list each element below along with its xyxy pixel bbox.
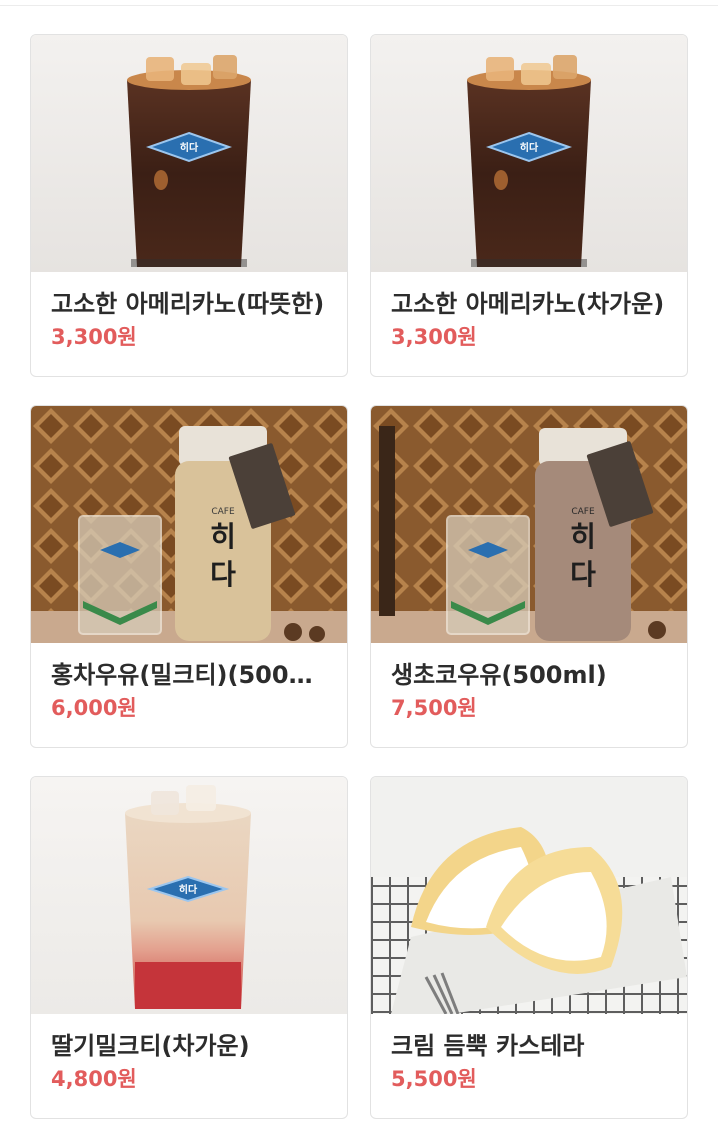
product-image-strawberry-milk-tea: 히다 [31, 777, 347, 1014]
menu-item-card[interactable]: 히 다 CAFE 생초코우유(500ml) 7,500원 [370, 405, 688, 748]
item-name: 크림 듬뿍 카스테라 [391, 1032, 585, 1060]
item-name: 고소한 아메리카노(차가운) [391, 290, 665, 318]
product-image-iced-americano: 히다 [371, 35, 687, 272]
svg-text:다: 다 [570, 558, 596, 591]
svg-text:히다: 히다 [180, 141, 199, 154]
menu-item-card[interactable]: 크림 듬뿍 카스테라 5,500원 [370, 776, 688, 1119]
menu-item-card[interactable]: 히다 고소한 아메리카노(따뜻한) 3,300원 [30, 34, 348, 377]
top-divider [0, 5, 718, 6]
svg-text:다: 다 [210, 558, 236, 591]
item-price: 5,500원 [391, 1067, 477, 1091]
product-image-choco-milk-bottle: 히 다 CAFE [371, 406, 687, 643]
product-image-cream-castella [371, 777, 687, 1014]
menu-item-card[interactable]: 히다 고소한 아메리카노(차가운) 3,300원 [370, 34, 688, 377]
item-name: 홍차우유(밀크티)(500ml) [51, 661, 327, 689]
item-price: 6,000원 [51, 696, 137, 720]
menu-item-card[interactable]: 히 다 CAFE 홍차우유(밀크티)(500ml) 6,000원 [30, 405, 348, 748]
item-name: 고소한 아메리카노(따뜻한) [51, 290, 325, 318]
product-image-milk-tea-bottle: 히 다 CAFE [31, 406, 347, 643]
svg-text:히: 히 [210, 520, 236, 553]
svg-text:히: 히 [570, 520, 596, 553]
svg-text:CAFE: CAFE [211, 507, 235, 517]
menu-grid: 히다 고소한 아메리카노(따뜻한) 3,300원 히다 고소한 아메리카노(차가… [30, 34, 688, 1119]
svg-text:히다: 히다 [520, 141, 539, 154]
menu-item-card[interactable]: 히다 딸기밀크티(차가운) 4,800원 [30, 776, 348, 1119]
item-name: 딸기밀크티(차가운) [51, 1032, 250, 1060]
item-price: 4,800원 [51, 1067, 137, 1091]
svg-text:히다: 히다 [179, 883, 198, 896]
product-image-iced-americano: 히다 [31, 35, 347, 272]
item-price: 3,300원 [391, 325, 477, 349]
svg-text:CAFE: CAFE [571, 507, 595, 517]
item-price: 3,300원 [51, 325, 137, 349]
item-name: 생초코우유(500ml) [391, 661, 607, 689]
item-price: 7,500원 [391, 696, 477, 720]
